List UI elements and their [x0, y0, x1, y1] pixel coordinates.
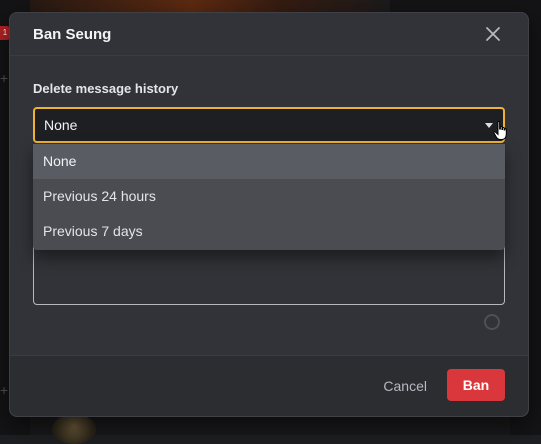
add-icon: +	[0, 382, 8, 398]
avatar	[52, 414, 96, 444]
delete-history-label: Delete message history	[33, 81, 178, 96]
select-value: None	[44, 117, 77, 133]
modal-title: Ban Seung	[33, 26, 111, 43]
background-message-row	[30, 416, 510, 435]
delete-history-select[interactable]: None	[33, 107, 505, 143]
modal-footer: Cancel Ban	[10, 355, 528, 416]
add-icon: +	[0, 70, 8, 86]
chevron-down-icon	[485, 123, 493, 128]
radio-button[interactable]	[484, 314, 500, 330]
delete-history-dropdown: None Previous 24 hours Previous 7 days	[33, 144, 505, 250]
option-previous-7-days[interactable]: Previous 7 days	[33, 214, 505, 249]
modal-header: Ban Seung	[10, 13, 528, 56]
cancel-button[interactable]: Cancel	[383, 370, 427, 402]
option-none[interactable]: None	[33, 144, 505, 179]
hand-cursor-icon	[493, 121, 507, 141]
ban-button[interactable]: Ban	[447, 369, 505, 401]
close-icon[interactable]	[484, 25, 502, 43]
option-previous-24-hours[interactable]: Previous 24 hours	[33, 179, 505, 214]
